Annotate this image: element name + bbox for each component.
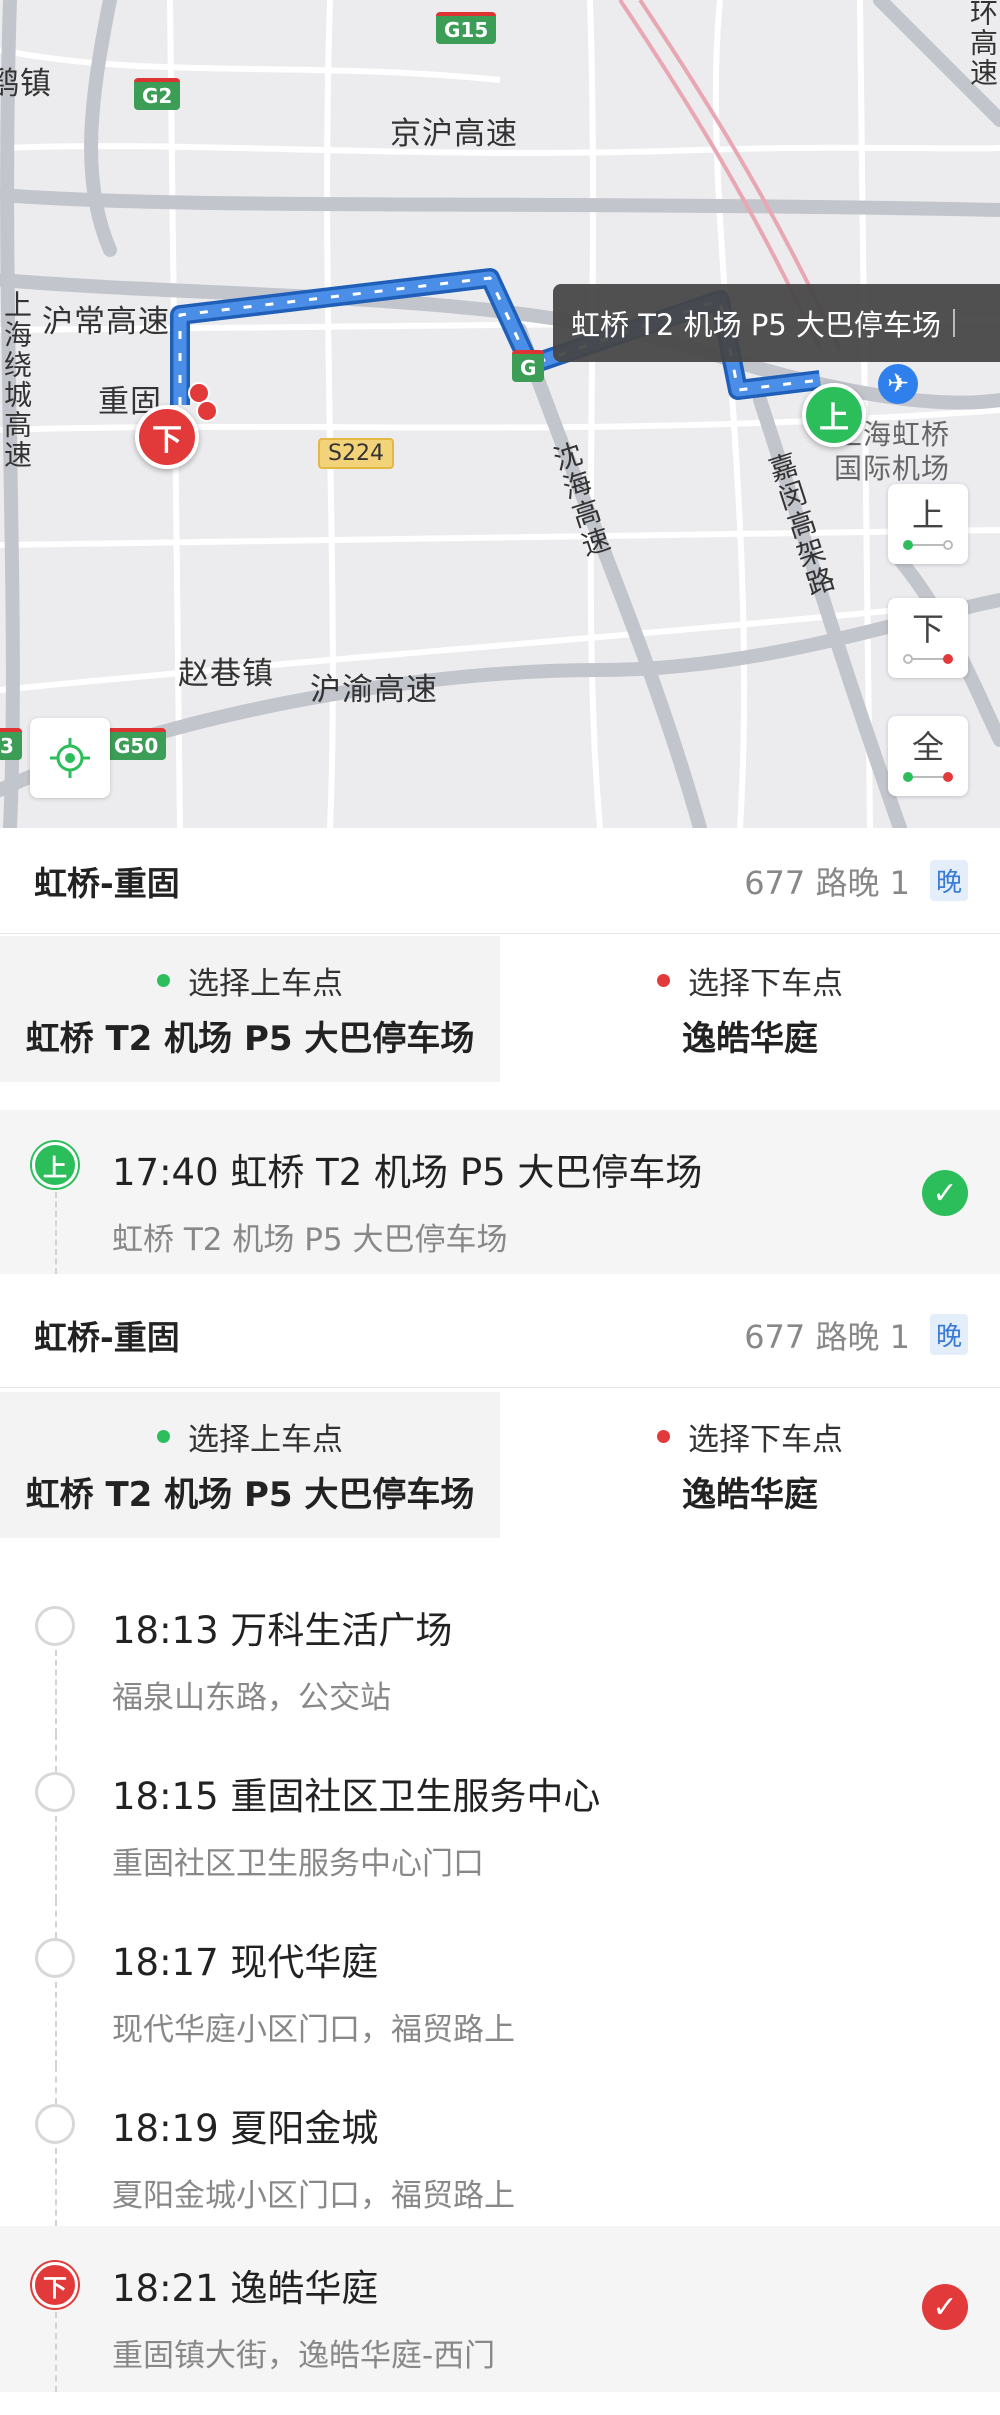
stop-time-name: 18:19 夏阳金城 — [112, 2107, 379, 2150]
map-label-huyu: 沪渝高速 — [310, 672, 438, 708]
stop-address: 重固社区卫生服务中心门口 — [112, 1846, 484, 1882]
shield-g50: G50 — [106, 728, 167, 760]
show-all-button[interactable]: 全 — [888, 716, 968, 796]
red-dot-icon — [657, 974, 670, 987]
show-dropoff-button[interactable]: 下 — [888, 598, 968, 678]
stop-row[interactable]: 18:13 万科生活广场 福泉山东路，公交站 — [0, 1568, 1000, 1734]
stop-time-name: 18:13 万科生活广场 — [112, 1609, 453, 1652]
select-pickup-tab[interactable]: 选择上车点 虹桥 T2 机场 P5 大巴停车场 — [0, 936, 500, 1082]
night-badge: 晚 — [929, 860, 968, 901]
timeline-line — [55, 1982, 57, 2066]
red-dot-icon — [657, 1430, 670, 1443]
dropoff-label: 选择下车点 — [688, 966, 843, 1002]
airport-icon: ✈ — [878, 364, 918, 404]
spacer — [0, 1082, 1000, 1110]
stop-circle-icon — [35, 1938, 75, 1978]
stop-time-name: 18:21 逸皓华庭 — [112, 2267, 379, 2310]
map-label-zhaoxiang: 赵巷镇 — [178, 656, 274, 692]
stop-row[interactable]: 18:19 夏阳金城 夏阳金城小区门口，福贸路上 — [0, 2066, 1000, 2226]
stop-address: 重固镇大街，逸皓华庭-西门 — [112, 2338, 496, 2374]
dropoff-value: 逸皓华庭 — [682, 1475, 818, 1515]
show-dropoff-label: 下 — [911, 610, 944, 648]
dropoff-pin[interactable]: 下 — [135, 405, 199, 469]
night-badge: 晚 — [929, 1314, 968, 1355]
stop-row[interactable]: 18:15 重固社区卫生服务中心 重固社区卫生服务中心门口 — [0, 1734, 1000, 1900]
pickup-value: 虹桥 T2 机场 P5 大巴停车场 — [25, 1019, 475, 1059]
timeline-line — [55, 2312, 57, 2392]
stop-circle-icon — [35, 2104, 75, 2144]
stop-circle-icon — [35, 1772, 75, 1812]
stop-row[interactable]: 18:17 现代华庭 现代华庭小区门口，福贸路上 — [0, 1900, 1000, 2066]
dropoff-line-icon — [903, 653, 953, 665]
timeline-line — [55, 1816, 57, 1900]
dropoff-marker-icon: 下 — [32, 2262, 78, 2308]
stop-address: 虹桥 T2 机场 P5 大巴停车场 — [112, 1222, 508, 1258]
route-number: 677 路晚 1 — [744, 1317, 910, 1356]
stop-address: 福泉山东路，公交站 — [112, 1680, 391, 1716]
shield-s3: 3 — [0, 728, 22, 760]
route-map[interactable]: 上海绕城高速 鹞镇 京沪高速 沪常高速 重固 赵巷镇 沪渝高速 沈海高速 嘉闵高… — [0, 0, 1000, 828]
stop-picker-1: 选择上车点 虹桥 T2 机场 P5 大巴停车场 选择下车点 逸皓华庭 — [0, 936, 1000, 1082]
timeline-line — [55, 2066, 57, 2104]
pickup-pin[interactable]: 上 — [802, 383, 866, 447]
stop-picker-2: 选择上车点 虹桥 T2 机场 P5 大巴停车场 选择下车点 逸皓华庭 — [0, 1392, 1000, 1538]
full-line-icon — [903, 771, 953, 783]
route-title: 虹桥-重固 — [34, 1317, 180, 1357]
stop-time-name: 18:17 现代华庭 — [112, 1941, 379, 1984]
route-number: 677 路晚 1 — [744, 863, 910, 902]
route-header-2[interactable]: 虹桥-重固 677 路晚 1 晚 — [0, 1282, 1000, 1388]
select-pickup-tab[interactable]: 选择上车点 虹桥 T2 机场 P5 大巴停车场 — [0, 1392, 500, 1538]
dropoff-value: 逸皓华庭 — [682, 1019, 818, 1059]
timeline-line — [55, 1734, 57, 1772]
timeline-line — [55, 2148, 57, 2226]
shield-g2: G2 — [134, 78, 181, 110]
pickup-label: 选择上车点 — [188, 1422, 343, 1458]
green-dot-icon — [157, 974, 170, 987]
stop-tooltip[interactable]: 虹桥 T2 机场 P5 大巴停车场 — [553, 284, 1000, 362]
stop-time-name: 17:40 虹桥 T2 机场 P5 大巴停车场 — [112, 1151, 703, 1194]
locate-icon — [50, 738, 90, 778]
stop-row-pickup[interactable]: 上 17:40 虹桥 T2 机场 P5 大巴停车场 虹桥 T2 机场 P5 大巴… — [0, 1110, 1000, 1274]
stop-address: 现代华庭小区门口，福贸路上 — [112, 2012, 515, 2048]
select-dropoff-tab[interactable]: 选择下车点 逸皓华庭 — [500, 1392, 1000, 1538]
show-all-label: 全 — [911, 728, 944, 766]
tooltip-divider — [952, 309, 955, 337]
timeline-line — [55, 1650, 57, 1734]
shield-g15: G15 — [436, 12, 497, 44]
stop-circle-icon — [35, 1606, 75, 1646]
timeline-line — [55, 1900, 57, 1938]
stop-address: 夏阳金城小区门口，福贸路上 — [112, 2178, 515, 2214]
show-pickup-label: 上 — [911, 496, 944, 534]
pickup-label: 选择上车点 — [188, 966, 343, 1002]
map-label-town: 鹞镇 — [0, 66, 52, 102]
stop-row-dropoff[interactable]: 下 18:21 逸皓华庭 重固镇大街，逸皓华庭-西门 ✓ — [0, 2226, 1000, 2392]
route-header-1[interactable]: 虹桥-重固 677 路晚 1 晚 — [0, 828, 1000, 934]
stop-time-name: 18:15 重固社区卫生服务中心 — [112, 1775, 601, 1818]
spacer — [0, 2392, 1000, 2415]
stop-pin[interactable] — [196, 400, 218, 422]
pickup-line-icon — [903, 539, 953, 551]
select-dropoff-tab[interactable]: 选择下车点 逸皓华庭 — [500, 936, 1000, 1082]
shield-s224: S224 — [318, 438, 394, 469]
check-icon: ✓ — [922, 1170, 968, 1216]
spacer — [0, 1538, 1000, 1568]
map-label-ring-tr: 环高速 — [966, 0, 999, 88]
pickup-value: 虹桥 T2 机场 P5 大巴停车场 — [25, 1475, 475, 1515]
check-icon: ✓ — [922, 2284, 968, 2330]
pickup-marker-icon: 上 — [32, 1142, 78, 1188]
map-label-huchang: 沪常高速 — [42, 304, 170, 340]
shield-g-mid: G — [512, 350, 545, 382]
locate-button[interactable] — [30, 718, 110, 798]
show-pickup-button[interactable]: 上 — [888, 484, 968, 564]
map-label-ring: 上海绕城高速 — [0, 290, 33, 470]
dropoff-label: 选择下车点 — [688, 1422, 843, 1458]
green-dot-icon — [157, 1430, 170, 1443]
timeline-line — [55, 1192, 57, 1274]
map-label-jinghu: 京沪高速 — [390, 116, 518, 152]
route-title: 虹桥-重固 — [34, 863, 180, 903]
stop-tooltip-text: 虹桥 T2 机场 P5 大巴停车场 — [571, 308, 941, 342]
